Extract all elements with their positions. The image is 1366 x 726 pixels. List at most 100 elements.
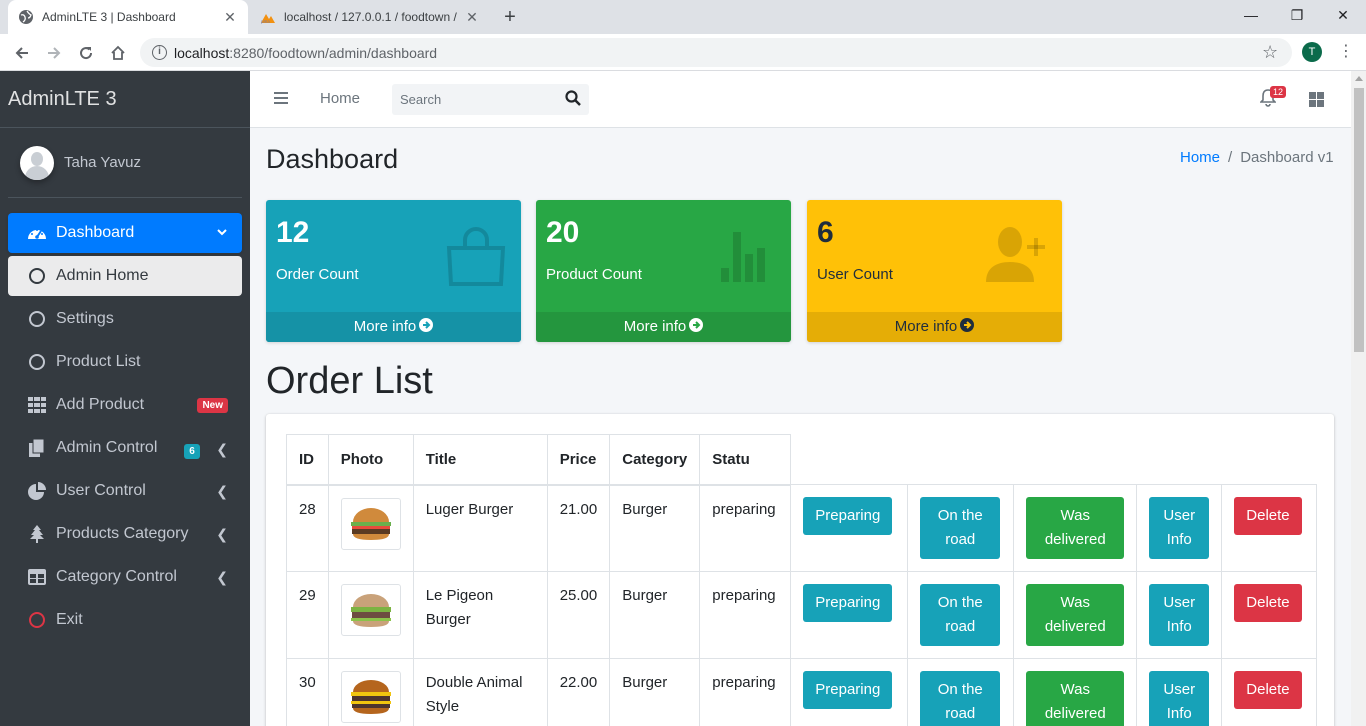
bookmark-star-icon[interactable]: ☆ <box>1262 41 1278 63</box>
on-the-road-button[interactable]: On the road <box>920 497 1001 559</box>
order-id: 28 <box>286 484 329 572</box>
arrow-circle-right-icon <box>419 318 434 332</box>
col-title: Title <box>412 434 548 486</box>
delete-button[interactable]: Delete <box>1234 671 1302 709</box>
more-info-link[interactable]: More info <box>807 312 1062 342</box>
browser-tabstrip: AdminLTE 3 | Dashboard ✕ pma localhost /… <box>0 0 1366 34</box>
order-category: Burger <box>609 571 701 659</box>
page-title: Dashboard <box>266 144 399 174</box>
grid-icon <box>26 395 48 415</box>
count-badge: 6 <box>184 444 200 459</box>
address-bar[interactable]: i localhost:8280/foodtown/admin/dashboar… <box>140 38 1292 67</box>
apps-grid-icon[interactable] <box>1309 92 1324 107</box>
breadcrumb-current: Dashboard v1 <box>1240 149 1334 166</box>
pie-chart-icon <box>26 481 48 501</box>
sidebar-item-category-control[interactable]: Category Control ❮ <box>8 557 242 597</box>
sidebar-item-label: Products Category <box>56 525 189 542</box>
user-info-button[interactable]: User Info <box>1149 584 1210 646</box>
sidebar-item-products-category[interactable]: Products Category ❮ <box>8 514 242 554</box>
stat-value: 20 <box>546 216 580 249</box>
on-the-road-button[interactable]: On the road <box>920 584 1001 646</box>
chevron-down-icon <box>216 225 228 243</box>
hamburger-menu-icon[interactable] <box>274 92 288 104</box>
browser-tab-phpmyadmin[interactable]: pma localhost / 127.0.0.1 / foodtown / ✕ <box>250 0 490 34</box>
stat-label: Order Count <box>276 266 359 283</box>
notifications-bell[interactable]: 12 <box>1259 86 1287 109</box>
svg-text:pma: pma <box>261 19 270 24</box>
tab-close-icon[interactable]: ✕ <box>464 9 480 26</box>
col-status: Statu <box>699 434 792 486</box>
new-tab-button[interactable]: + <box>498 5 522 29</box>
preparing-button[interactable]: Preparing <box>803 671 893 709</box>
more-info-link[interactable]: More info <box>536 312 791 342</box>
tachometer-icon <box>26 223 48 243</box>
delete-button[interactable]: Delete <box>1234 497 1302 535</box>
sidebar-item-admin-home[interactable]: Admin Home <box>8 256 242 296</box>
table-row: 29 Le Pigeon Burger 25.00 Burger prepari… <box>286 571 1318 659</box>
url-text: localhost:8280/foodtown/admin/dashboard <box>174 45 438 61</box>
sidebar-item-product-list[interactable]: Product List <box>8 342 242 382</box>
arrow-circle-right-icon <box>960 318 975 332</box>
scrollbar-thumb[interactable] <box>1354 88 1364 352</box>
user-info-button[interactable]: User Info <box>1149 671 1210 726</box>
user-name[interactable]: Taha Yavuz <box>64 154 141 171</box>
order-status: preparing <box>699 484 792 572</box>
was-delivered-button[interactable]: Was delivered <box>1026 671 1125 726</box>
sidebar-item-add-product[interactable]: Add Product New <box>8 385 242 425</box>
sidebar-item-dashboard[interactable]: Dashboard <box>8 213 242 253</box>
user-avatar[interactable] <box>20 145 54 180</box>
sidebar-item-user-control[interactable]: User Control ❮ <box>8 471 242 511</box>
table-row: 28 Luger Burger 21.00 Burger preparing P… <box>286 484 1318 572</box>
search-icon[interactable] <box>565 90 583 108</box>
stat-label: User Count <box>817 266 893 283</box>
sidebar-item-settings[interactable]: Settings <box>8 299 242 339</box>
tab-close-icon[interactable]: ✕ <box>222 9 238 26</box>
burger-photo <box>340 497 401 550</box>
order-price: 25.00 <box>546 571 611 659</box>
site-info-icon[interactable]: i <box>152 45 167 60</box>
phpmyadmin-icon: pma <box>260 9 276 25</box>
reload-button[interactable] <box>72 39 100 67</box>
on-the-road-button[interactable]: On the road <box>920 671 1001 726</box>
tab-title: AdminLTE 3 | Dashboard <box>42 10 176 24</box>
order-title: Double Animal Style <box>412 658 548 726</box>
restore-button[interactable]: ❐ <box>1274 0 1320 30</box>
breadcrumb: Home / Dashboard v1 <box>1180 149 1334 166</box>
window-close-button[interactable]: ✕ <box>1320 0 1366 30</box>
nav-home-link[interactable]: Home <box>320 90 360 107</box>
browser-toolbar: i localhost:8280/foodtown/admin/dashboar… <box>0 34 1366 71</box>
table-row: 30 Double Animal Style 22.00 Burger prep… <box>286 658 1318 726</box>
back-button[interactable] <box>8 39 36 67</box>
circle-icon <box>29 268 45 284</box>
forward-button[interactable] <box>40 39 68 67</box>
sidebar-item-label: Settings <box>56 310 114 327</box>
more-info-link[interactable]: More info <box>266 312 521 342</box>
user-info-button[interactable]: User Info <box>1149 497 1210 559</box>
col-category: Category <box>609 434 701 486</box>
sidebar-item-exit[interactable]: Exit <box>8 600 242 640</box>
browser-menu-icon[interactable]: ⋮ <box>1336 42 1356 62</box>
sidebar-menu: Dashboard Admin Home Settings Product Li… <box>0 198 250 640</box>
preparing-button[interactable]: Preparing <box>803 584 893 622</box>
minimize-button[interactable]: — <box>1228 0 1274 30</box>
shopping-bag-icon <box>445 224 507 286</box>
preparing-button[interactable]: Preparing <box>803 497 893 535</box>
browser-tab-dashboard[interactable]: AdminLTE 3 | Dashboard ✕ <box>8 0 248 34</box>
was-delivered-button[interactable]: Was delivered <box>1026 497 1125 559</box>
table-header-row: ID Photo Title Price Category Statu <box>286 434 1317 486</box>
home-button[interactable] <box>104 39 132 67</box>
circle-icon <box>29 311 45 327</box>
sidebar-item-label: Category Control <box>56 568 177 585</box>
breadcrumb-home[interactable]: Home <box>1180 149 1220 166</box>
was-delivered-button[interactable]: Was delivered <box>1026 584 1125 646</box>
delete-button[interactable]: Delete <box>1234 584 1302 622</box>
sidebar-item-admin-control[interactable]: Admin Control 6 ❮ <box>8 428 242 468</box>
page-scrollbar[interactable] <box>1351 71 1366 726</box>
notification-count-badge: 12 <box>1270 86 1287 98</box>
sidebar-item-label: Admin Home <box>56 267 149 284</box>
brand-link[interactable]: AdminLTE 3 <box>0 71 250 128</box>
stat-label: Product Count <box>546 266 642 283</box>
profile-avatar[interactable]: T <box>1302 42 1322 62</box>
scroll-up-arrow[interactable] <box>1355 76 1363 81</box>
search-input[interactable]: Search <box>392 84 589 115</box>
